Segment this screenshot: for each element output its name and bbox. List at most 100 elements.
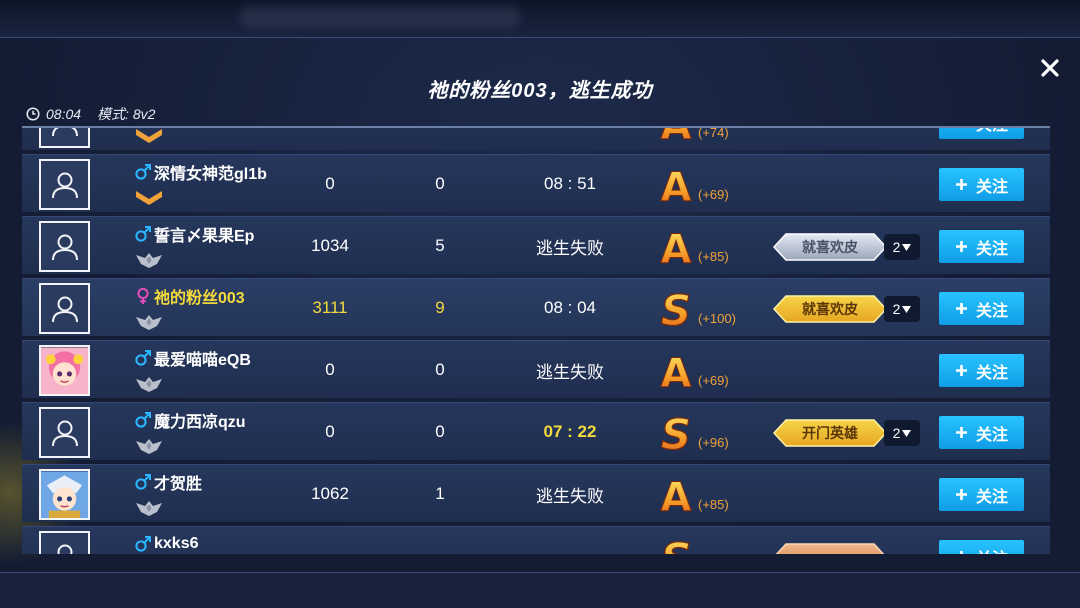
title-tag[interactable]: 就喜欢皮 — [772, 294, 888, 324]
match-mode: 模式: 8v2 — [97, 106, 156, 122]
title-count-dropdown[interactable]: 2 — [884, 296, 920, 322]
plus-icon — [955, 126, 968, 129]
player-row: 01 08:51 A (+74) 关注 — [22, 126, 1050, 150]
default-avatar-icon — [51, 234, 78, 260]
title-count: 2 — [892, 301, 901, 317]
grade-s-icon: S — [660, 535, 691, 554]
rank-wings-icon — [136, 439, 162, 454]
follow-label: 关注 — [975, 240, 1008, 258]
grade: A (+85) — [658, 465, 778, 523]
title-tag[interactable] — [772, 542, 888, 554]
svg-text:A: A — [661, 126, 692, 145]
grade: S (+100) — [658, 279, 778, 337]
grade-bonus: (+74) — [698, 126, 729, 140]
escape-time: 08 : 51 — [544, 174, 596, 193]
avatar[interactable] — [39, 531, 90, 554]
grade-s-icon: S — [660, 411, 691, 455]
title-count-dropdown[interactable]: 2 — [884, 234, 920, 260]
player-name: 最爱喵喵eQB — [154, 352, 251, 369]
title-tag-label: 开门英雄 — [802, 425, 858, 441]
avatar[interactable] — [39, 345, 90, 396]
follow-button[interactable]: 关注 — [939, 230, 1024, 263]
male-icon — [135, 536, 151, 552]
avatar[interactable] — [39, 407, 90, 458]
follow-button[interactable]: 关注 — [939, 416, 1024, 449]
rank-chevron-icon — [136, 129, 162, 143]
svg-text:A: A — [661, 227, 692, 269]
grade-bonus: (+100) — [698, 311, 736, 326]
avatar[interactable] — [39, 128, 90, 148]
close-button[interactable] — [1036, 54, 1064, 82]
grade-bonus: (+85) — [698, 497, 729, 512]
title-tag-label: 就喜欢皮 — [802, 301, 858, 317]
grade: S — [658, 527, 778, 554]
avatar[interactable] — [39, 159, 90, 210]
score: 0 — [325, 422, 335, 441]
player-name-wrap: 最爱喵喵eQB — [134, 347, 251, 369]
default-avatar-icon — [51, 172, 78, 198]
bottom-strip — [0, 572, 1080, 608]
follow-button[interactable]: 关注 — [939, 540, 1024, 554]
player-row: 才贺胜 1062 1 逃生失败 A (+85) 关注 — [22, 464, 1050, 522]
plus-icon — [955, 365, 967, 376]
avatar[interactable] — [39, 283, 90, 334]
grade-bonus: (+69) — [698, 187, 729, 202]
follow-label: 关注 — [976, 545, 1008, 555]
top-strip — [0, 0, 1080, 38]
male-icon — [135, 350, 151, 366]
follow-button[interactable]: 关注 — [939, 354, 1024, 387]
grade: S (+96) — [658, 403, 778, 461]
player-name: 深情女神范gl1b — [154, 166, 267, 183]
grade-a-icon: A — [660, 165, 692, 208]
title-tag[interactable]: 就喜欢皮 — [772, 232, 888, 262]
player-row: 魔力西凉qzu 0 0 07 : 22 S (+96) 开门英雄 2 关注 — [22, 402, 1050, 460]
score: 1034 — [311, 236, 349, 255]
follow-button[interactable]: 关注 — [939, 126, 1024, 139]
avatar[interactable] — [39, 469, 90, 520]
follow-label: 关注 — [975, 178, 1008, 196]
plus-icon — [955, 179, 967, 190]
player-name-wrap: 祂的粉丝003 — [134, 285, 245, 307]
kills: 1 — [435, 484, 445, 503]
kills: 5 — [435, 236, 445, 255]
follow-button[interactable]: 关注 — [939, 168, 1024, 201]
score: 0 — [325, 360, 335, 379]
title-tag-label — [772, 542, 888, 554]
plus-icon — [955, 241, 967, 252]
triangle-down-icon — [902, 243, 912, 251]
escape-time: 逃生失败 — [536, 238, 604, 258]
score — [280, 527, 380, 554]
grade: A (+69) — [658, 341, 778, 399]
match-info: 08:04 模式: 8v2 — [26, 105, 155, 123]
female-icon — [137, 287, 149, 304]
player-list[interactable]: 0108:51A(+74)关注深情女神范gl1b0008 : 51A(+69)关… — [22, 126, 1050, 554]
svg-text:A: A — [661, 475, 692, 517]
rank-chevron-icon — [136, 191, 162, 205]
plus-icon — [955, 427, 967, 438]
player-name-wrap: 魔力西凉qzu — [134, 409, 246, 431]
player-name: 才贺胜 — [154, 476, 203, 493]
escape-time: 07 : 22 — [543, 422, 597, 441]
follow-button[interactable]: 关注 — [939, 292, 1024, 325]
close-icon[interactable] — [1040, 58, 1060, 78]
grade: A (+85) — [658, 217, 778, 275]
title-tag-label: 就喜欢皮 — [802, 239, 858, 255]
title-count-dropdown[interactable]: 2 — [884, 420, 920, 446]
avatar[interactable] — [39, 221, 90, 272]
svg-text:S: S — [661, 535, 691, 554]
player-row: kxks6 S 关注 — [22, 526, 1050, 554]
rank-wings-icon — [136, 253, 162, 268]
player-row: 誓言〆果果Ep 1034 5 逃生失败 A (+85) 就喜欢皮 2 关注 — [22, 216, 1050, 274]
grade-a-icon: A — [660, 126, 692, 145]
grade-a-icon: A — [660, 475, 692, 518]
default-avatar-icon — [51, 420, 78, 446]
follow-label: 关注 — [975, 364, 1008, 382]
score: 0 — [325, 174, 335, 193]
grade-bonus: (+85) — [698, 249, 729, 264]
title-count: 2 — [892, 425, 901, 441]
title-count: 2 — [892, 239, 901, 255]
escape-time: 逃生失败 — [536, 486, 604, 506]
follow-button[interactable]: 关注 — [939, 478, 1024, 511]
plus-icon — [955, 489, 967, 500]
title-tag[interactable]: 开门英雄 — [772, 418, 888, 448]
